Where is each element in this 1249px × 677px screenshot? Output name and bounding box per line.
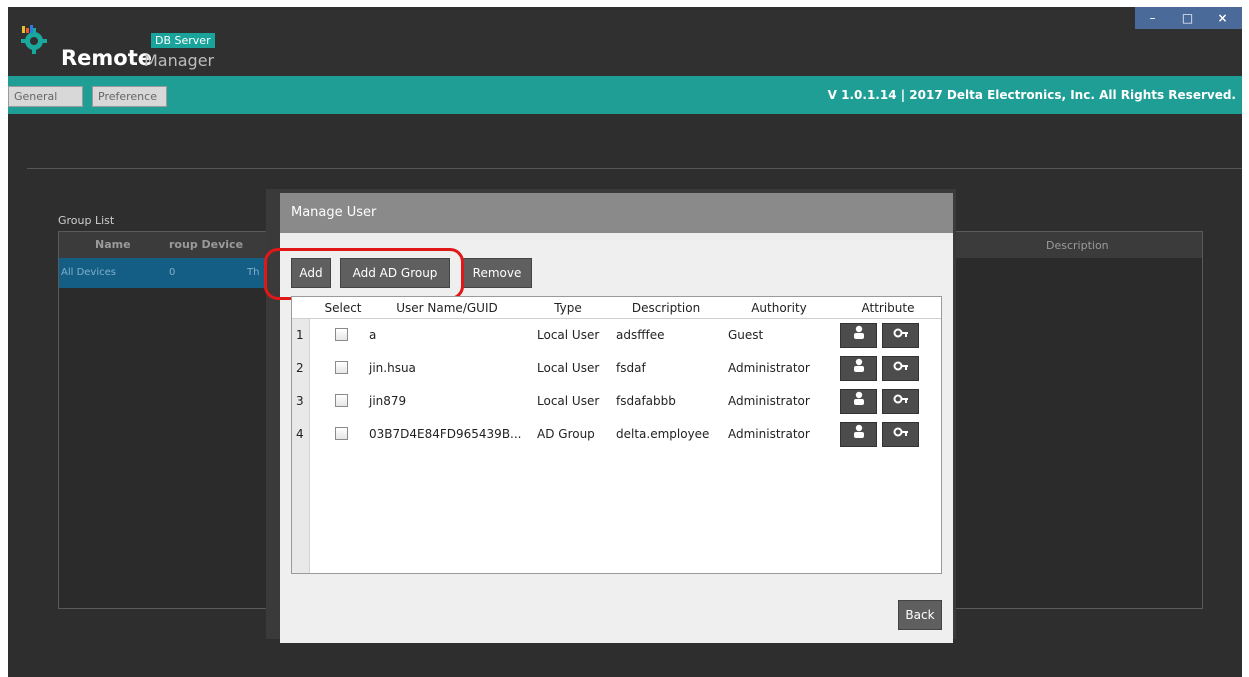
key-icon (893, 394, 908, 404)
user-attribute-button[interactable] (840, 389, 877, 414)
key-attribute-button[interactable] (882, 389, 919, 414)
table-row[interactable]: 3 jin879 Local User fsdafabbb Administra… (292, 385, 941, 418)
row-checkbox[interactable] (335, 361, 348, 374)
table-header: Select User Name/GUID Type Description A… (292, 297, 941, 319)
row-authority: Guest (728, 328, 764, 342)
table-row[interactable]: 4 03B7D4E84FD965439B... AD Group delta.e… (292, 418, 941, 451)
title-bar: DB Server Remote Manager – □ × (8, 7, 1242, 76)
table-row[interactable]: 2 jin.hsua Local User fsdaf Administrato… (292, 352, 941, 385)
row-type: Local User (537, 394, 600, 408)
row-index: 3 (296, 394, 304, 408)
group-row-selected[interactable]: All Devices 0 Th (59, 258, 277, 288)
row-user-name: jin.hsua (369, 361, 416, 375)
tab-general[interactable]: General (8, 86, 83, 107)
group-row-count: 0 (169, 267, 176, 278)
description-panel: Description (948, 231, 1203, 609)
row-authority: Administrator (728, 394, 810, 408)
row-type: Local User (537, 361, 600, 375)
minimize-button[interactable]: – (1135, 7, 1170, 29)
main-toolbar: General Preference V 1.0.1.14 | 2017 Del… (8, 76, 1242, 114)
row-checkbox[interactable] (335, 427, 348, 440)
brand-manager-text: Manager (144, 51, 215, 70)
app-window: DB Server Remote Manager – □ × General P… (8, 7, 1242, 677)
key-attribute-button[interactable] (882, 323, 919, 348)
red-highlight-annotation (264, 248, 464, 300)
table-row[interactable]: 1 a Local User adsfffee Guest (292, 319, 941, 352)
description-header-bar: Description (949, 232, 1202, 258)
row-description: adsfffee (616, 328, 665, 342)
user-icon (853, 358, 864, 372)
row-description: fsdaf (616, 361, 646, 375)
col-attribute: Attribute (861, 301, 915, 315)
key-icon (893, 328, 908, 338)
col-authority: Authority (751, 301, 807, 315)
col-select: Select (324, 301, 362, 315)
version-copyright-text: V 1.0.1.14 | 2017 Delta Electronics, Inc… (827, 88, 1236, 102)
group-list-label: Group List (58, 214, 115, 227)
col-type: Type (554, 301, 582, 315)
row-type: Local User (537, 328, 600, 342)
group-header-name: Name (95, 238, 131, 251)
group-list-header: Name roup Device (59, 232, 277, 258)
key-icon (893, 427, 908, 437)
description-header: Description (1046, 239, 1109, 252)
dialog-title: Manage User (280, 193, 953, 233)
col-user-name: User Name/GUID (396, 301, 498, 315)
key-icon (893, 361, 908, 371)
user-icon (853, 325, 864, 339)
user-attribute-button[interactable] (840, 323, 877, 348)
back-button[interactable]: Back (898, 600, 942, 630)
user-attribute-button[interactable] (840, 356, 877, 381)
close-button[interactable]: × (1205, 7, 1240, 29)
window-controls: – □ × (1135, 7, 1242, 29)
user-table: Select User Name/GUID Type Description A… (291, 296, 942, 574)
row-authority: Administrator (728, 361, 810, 375)
row-checkbox[interactable] (335, 328, 348, 341)
row-description: delta.employee (616, 427, 710, 441)
user-attribute-button[interactable] (840, 422, 877, 447)
row-authority: Administrator (728, 427, 810, 441)
row-checkbox[interactable] (335, 394, 348, 407)
row-type: AD Group (537, 427, 595, 441)
brand-remote-text: Remote (61, 46, 153, 70)
col-description: Description (631, 301, 701, 315)
row-user-name: a (369, 328, 377, 342)
group-list-table: Name roup Device All Devices 0 Th (58, 231, 278, 609)
gear-logo-icon (18, 24, 48, 54)
row-user-name: 03B7D4E84FD965439B... (369, 427, 522, 441)
row-index: 2 (296, 361, 304, 375)
group-row-extra: Th (247, 267, 260, 278)
maximize-button[interactable]: □ (1170, 7, 1205, 29)
content-divider (27, 168, 1242, 169)
group-header-device: roup Device (169, 238, 244, 251)
user-icon (853, 424, 864, 438)
key-attribute-button[interactable] (882, 422, 919, 447)
remove-button[interactable]: Remove (462, 258, 532, 288)
row-user-name: jin879 (369, 394, 407, 408)
tab-preference[interactable]: Preference (92, 86, 167, 107)
row-index: 1 (296, 328, 304, 342)
row-description: fsdafabbb (616, 394, 676, 408)
key-attribute-button[interactable] (882, 356, 919, 381)
group-row-name: All Devices (61, 267, 116, 278)
user-icon (853, 391, 864, 405)
db-server-badge: DB Server (151, 33, 215, 48)
row-index: 4 (296, 427, 304, 441)
manage-user-dialog: Manage User Add Add AD Group Remove Sele… (264, 193, 953, 643)
